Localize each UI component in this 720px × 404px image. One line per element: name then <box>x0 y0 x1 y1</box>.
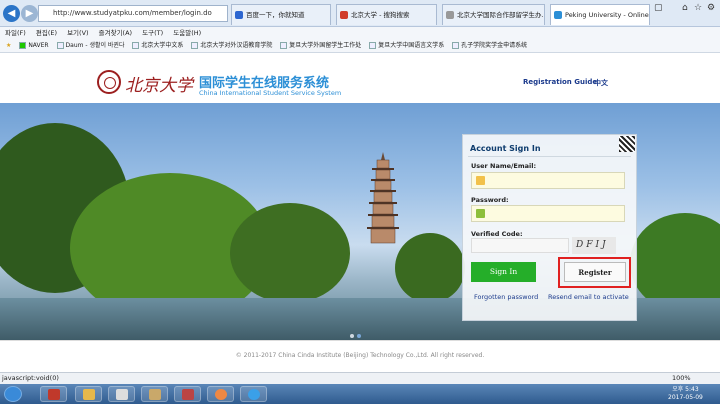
start-button[interactable] <box>4 386 22 402</box>
menu-view[interactable]: 보기(V) <box>67 29 88 37</box>
naver-icon <box>19 42 27 49</box>
language-link[interactable]: 中文 <box>594 78 608 88</box>
favorite-link[interactable]: Daum - 생활이 바뀐다 <box>56 39 124 52</box>
tab-baidu[interactable]: 百度一下，你就知道 <box>231 4 331 25</box>
user-icon <box>476 176 485 185</box>
forgotten-password-link[interactable]: Forgotten password <box>474 293 538 301</box>
password-input[interactable] <box>471 205 625 222</box>
username-input[interactable] <box>471 172 625 189</box>
home-icon[interactable]: ⌂ <box>682 3 688 13</box>
baidu-icon <box>235 11 243 19</box>
register-button[interactable]: Register <box>564 262 626 282</box>
tab-label: 百度一下，你就知道 <box>246 11 305 19</box>
clock[interactable]: 오후 5:43 2017-05-09 <box>668 386 703 402</box>
taskbar-app[interactable] <box>141 386 168 402</box>
app-icon <box>182 389 194 400</box>
internet-explorer-icon <box>248 389 260 400</box>
color-wheel-icon <box>215 389 227 400</box>
tab-label: Peking University - Online ... <box>565 11 650 19</box>
tab-label: 北京大学国际合作部留学生办... <box>457 11 545 19</box>
captcha-image[interactable]: DFIJ <box>572 237 616 254</box>
back-button[interactable]: ◀ <box>3 5 20 22</box>
tab-sogou[interactable]: 北京大学 - 搜狗搜索 <box>336 4 437 25</box>
logo-text-cn: 北京大学 <box>125 76 193 96</box>
gear-icon[interactable]: ⚙ <box>707 3 715 13</box>
document-icon <box>116 389 128 400</box>
app-icon <box>48 389 60 400</box>
menu-favorites[interactable]: 즐겨찾기(A) <box>99 29 132 37</box>
favorite-link[interactable]: 北京大学中文系 <box>132 39 183 52</box>
registration-guide-link[interactable]: Registration Guide <box>523 78 597 86</box>
taskbar-app[interactable] <box>174 386 201 402</box>
resend-activation-link[interactable]: Resend email to activate <box>548 293 629 301</box>
carousel-dot[interactable] <box>357 334 361 338</box>
menu-tools[interactable]: 도구(T) <box>142 29 163 37</box>
page-icon <box>280 42 288 49</box>
carousel-dots <box>350 332 370 338</box>
verified-code-label: Verified Code: <box>471 230 523 238</box>
taskbar-explorer[interactable] <box>75 386 102 402</box>
page-icon <box>446 11 454 19</box>
menu-help[interactable]: 도움말(H) <box>173 29 201 37</box>
pku-icon <box>554 11 562 19</box>
forward-button[interactable]: ▶ <box>21 5 38 22</box>
menu-file[interactable]: 파일(F) <box>5 29 26 37</box>
verified-code-input[interactable] <box>471 238 569 253</box>
pagoda-illustration <box>367 152 399 244</box>
windows-taskbar <box>0 384 720 404</box>
tab-label: 北京大学 - 搜狗搜索 <box>351 11 410 19</box>
tree <box>395 233 465 303</box>
page-icon <box>56 42 64 49</box>
page-icon <box>191 42 199 49</box>
taskbar-app[interactable] <box>108 386 135 402</box>
favorite-link[interactable]: 北京大学对外汉语教育学院 <box>191 39 272 52</box>
tree <box>230 203 350 303</box>
system-title-en: China International Student Service Syst… <box>199 89 342 97</box>
favorites-star-icon[interactable]: ☆ <box>694 3 702 13</box>
sign-in-button[interactable]: Sign In <box>471 262 536 282</box>
browser-tab-bar: ◀ ▶ http://www.studyatpku.com/member/log… <box>0 0 720 27</box>
new-tab-icon[interactable]: ▢ <box>654 3 663 13</box>
divider <box>468 156 631 157</box>
favorites-bar: ★ NAVER Daum - 생활이 바뀐다 北京大学中文系 北京大学对外汉语教… <box>0 39 720 53</box>
menu-edit[interactable]: 편집(E) <box>36 29 57 37</box>
qr-code-icon[interactable] <box>619 136 635 152</box>
login-title: Account Sign In <box>470 144 541 153</box>
status-text: javascript:void(0) <box>2 374 59 382</box>
pku-seal-logo <box>97 70 121 94</box>
sogou-icon <box>340 11 348 19</box>
favorite-link[interactable]: 孔子学院奖学金申请系统 <box>452 39 527 52</box>
page-icon <box>132 42 140 49</box>
tab-pku-online[interactable]: Peking University - Online ... <box>550 4 650 25</box>
zoom-level[interactable]: 100% <box>672 373 691 384</box>
fav-add-icon[interactable]: ★ <box>6 39 11 52</box>
carousel-dot[interactable] <box>350 334 354 338</box>
clock-date: 2017-05-09 <box>668 394 703 401</box>
paint-icon <box>149 389 161 400</box>
favorite-link[interactable]: 复旦大学中国语言文学系 <box>369 39 444 52</box>
clock-time: 오후 5:43 <box>672 386 699 393</box>
address-bar[interactable]: http://www.studyatpku.com/member/login.d… <box>38 5 228 22</box>
tab-pku-intl[interactable]: 北京大学国际合作部留学生办... <box>442 4 545 25</box>
status-bar: javascript:void(0) 100% <box>0 372 720 384</box>
folder-icon <box>83 389 95 400</box>
favorite-link[interactable]: NAVER <box>19 39 49 52</box>
footer-divider <box>0 340 720 341</box>
menu-bar: 파일(F) 편집(E) 보기(V) 즐겨찾기(A) 도구(T) 도움말(H) <box>0 27 720 39</box>
page-icon <box>369 42 377 49</box>
taskbar-app[interactable] <box>40 386 67 402</box>
taskbar-app[interactable] <box>207 386 234 402</box>
address-url: http://www.studyatpku.com/member/login.d… <box>53 9 212 17</box>
page-icon <box>452 42 460 49</box>
username-label: User Name/Email: <box>471 162 537 170</box>
password-label: Password: <box>471 196 509 204</box>
copyright-text: © 2011-2017 China Cinda Institute (Beiji… <box>235 352 485 359</box>
lock-icon <box>476 209 485 218</box>
taskbar-ie[interactable] <box>240 386 267 402</box>
favorite-link[interactable]: 复旦大学外国留学生工作处 <box>280 39 361 52</box>
